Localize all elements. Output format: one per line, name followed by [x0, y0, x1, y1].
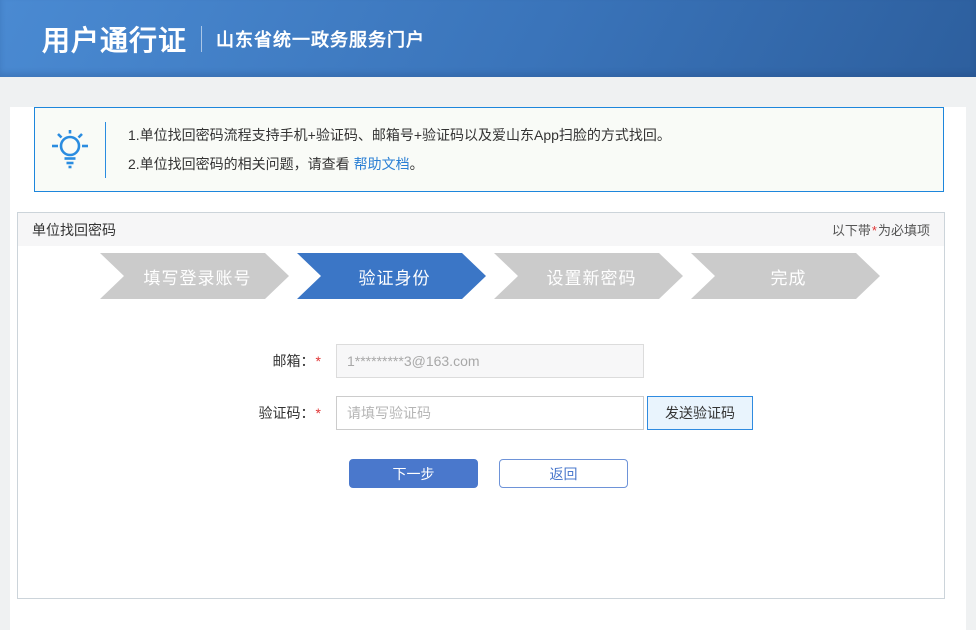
step-set-new-password: 设置新密码 [494, 253, 683, 299]
step-fill-account: 填写登录账号 [100, 253, 289, 299]
email-label: 邮箱：* [272, 353, 321, 369]
section-bar: 单位找回密码 以下带*为必填项 [18, 213, 944, 246]
email-field [336, 344, 644, 378]
send-code-button[interactable]: 发送验证码 [647, 396, 753, 430]
title-divider [201, 25, 203, 52]
email-row: 邮箱：* [18, 344, 944, 378]
code-label: 验证码：* [258, 405, 321, 421]
recover-password-panel: 单位找回密码 以下带*为必填项 填写登录账号 验证身份 设置新密码 完成 邮箱：… [17, 212, 945, 599]
verify-form: 邮箱：* 验证码：* 发送验证码 下一步 返回 [18, 344, 944, 488]
tips-box: 1.单位找回密码流程支持手机+验证码、邮箱号+验证码以及爱山东App扫脸的方式找… [34, 107, 944, 192]
code-input[interactable] [336, 396, 644, 430]
notice-line-1: 1.单位找回密码流程支持手机+验证码、邮箱号+验证码以及爱山东App扫脸的方式找… [128, 126, 671, 143]
back-button[interactable]: 返回 [499, 459, 628, 488]
action-buttons: 下一步 返回 [18, 459, 944, 488]
help-doc-link[interactable]: 帮助文档 [354, 156, 410, 172]
required-star: * [871, 223, 877, 238]
step-verify-identity: 验证身份 [297, 253, 486, 299]
content-card: 1.单位找回密码流程支持手机+验证码、邮箱号+验证码以及爱山东App扫脸的方式找… [10, 107, 966, 630]
code-row: 验证码：* 发送验证码 [18, 396, 944, 430]
notice-line-2: 2.单位找回密码的相关问题，请查看 帮助文档。 [128, 155, 424, 172]
step-finish: 完成 [691, 253, 880, 299]
portal-subtitle: 山东省统一政务服务门户 [216, 29, 426, 50]
email-required-star: * [315, 353, 321, 369]
app-title: 用户通行证 [42, 24, 188, 56]
page-header: 用户通行证 山东省统一政务服务门户 [0, 0, 976, 77]
required-hint: 以下带*为必填项 [831, 223, 930, 238]
next-step-button[interactable]: 下一步 [349, 459, 478, 488]
step-wizard: 填写登录账号 验证身份 设置新密码 完成 [18, 253, 944, 299]
lightbulb-icon [35, 128, 105, 172]
section-title: 单位找回密码 [32, 221, 116, 238]
notice-text: 1.单位找回密码流程支持手机+验证码、邮箱号+验证码以及爱山东App扫脸的方式找… [106, 121, 671, 179]
code-required-star: * [315, 405, 321, 421]
